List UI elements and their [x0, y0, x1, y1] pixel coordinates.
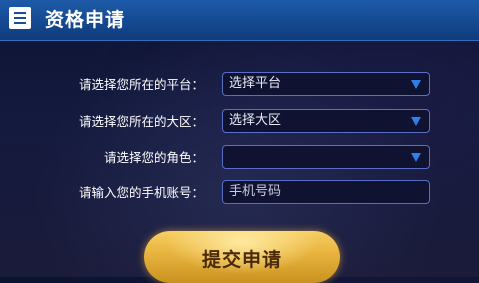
phone-row: 请输入您的手机账号： 手机号码 [0, 180, 479, 206]
document-list-icon [9, 7, 31, 29]
submit-button[interactable]: 提交申请 [144, 231, 340, 283]
platform-row: 请选择您所在的平台： 选择平台 [0, 72, 479, 98]
role-label: 请选择您的角色： [103, 150, 204, 165]
region-row: 请选择您所在的大区： 选择大区 [0, 109, 479, 135]
chevron-down-icon [411, 117, 421, 126]
header-bar: 资格申请 [0, 0, 479, 41]
phone-input[interactable]: 手机号码 [222, 180, 430, 204]
page-title: 资格申请 [45, 9, 126, 31]
region-label: 请选择您所在的大区： [78, 114, 204, 129]
chevron-down-icon [411, 153, 421, 162]
role-row: 请选择您的角色： [0, 145, 479, 171]
submit-button-label: 提交申请 [201, 249, 282, 271]
platform-label: 请选择您所在的平台： [78, 77, 204, 92]
chevron-down-icon [411, 80, 421, 89]
phone-label: 请输入您的手机账号： [78, 185, 204, 200]
phone-input-placeholder: 手机号码 [229, 184, 282, 199]
region-select-value: 选择大区 [229, 113, 282, 128]
role-select[interactable] [222, 145, 430, 169]
platform-select-value: 选择平台 [229, 76, 282, 91]
platform-select[interactable]: 选择平台 [222, 72, 430, 96]
region-select[interactable]: 选择大区 [222, 109, 430, 133]
